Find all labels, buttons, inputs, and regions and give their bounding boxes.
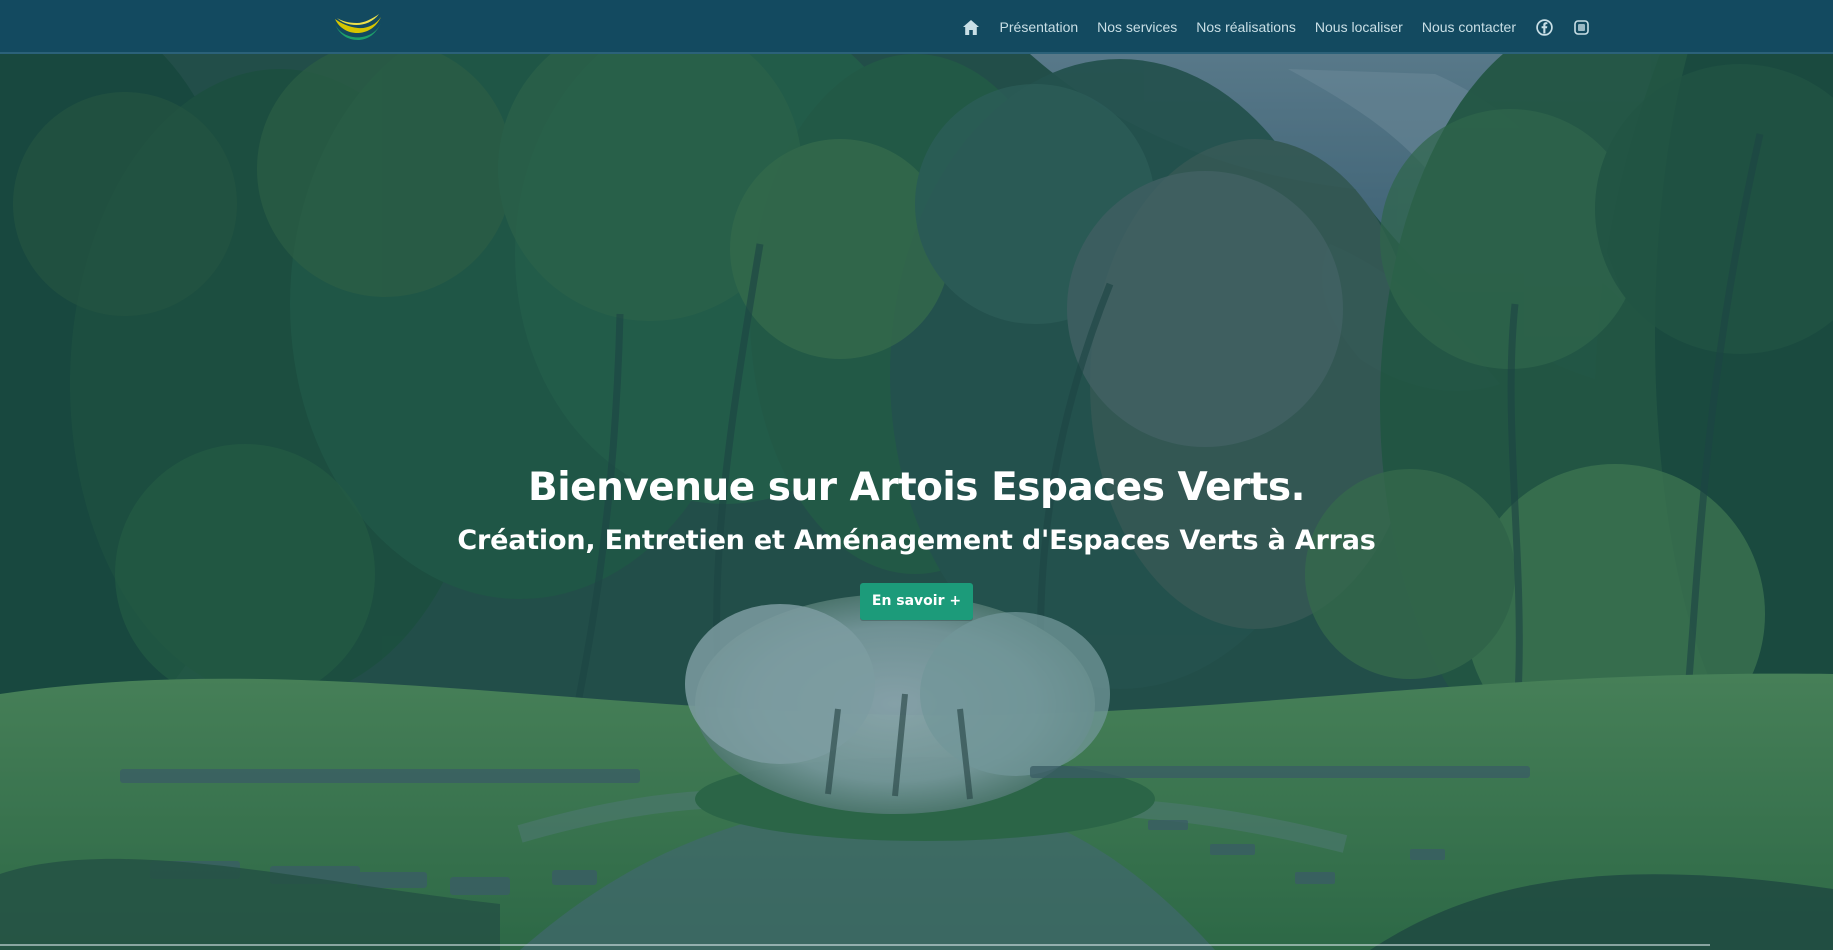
section-divider xyxy=(0,944,1710,946)
home-icon[interactable] xyxy=(961,17,981,37)
main-navigation: Présentation Nos services Nos réalisatio… xyxy=(961,0,1590,54)
instagram-icon[interactable] xyxy=(1572,18,1590,36)
hero-content: Bienvenue sur Artois Espaces Verts. Créa… xyxy=(0,464,1833,620)
website-page: Présentation Nos services Nos réalisatio… xyxy=(0,0,1833,950)
hero-subtitle: Création, Entretien et Aménagement d'Esp… xyxy=(457,525,1376,556)
learn-more-button[interactable]: En savoir + xyxy=(859,583,974,620)
hero-section: Bienvenue sur Artois Espaces Verts. Créa… xyxy=(0,54,1833,950)
nav-link-localiser[interactable]: Nous localiser xyxy=(1315,0,1403,54)
nav-link-realisations[interactable]: Nos réalisations xyxy=(1196,0,1296,54)
hero-title: Bienvenue sur Artois Espaces Verts. xyxy=(528,465,1305,510)
nav-link-presentation[interactable]: Présentation xyxy=(1000,0,1079,54)
nav-link-services[interactable]: Nos services xyxy=(1097,0,1177,54)
site-header: Présentation Nos services Nos réalisatio… xyxy=(0,0,1833,54)
nav-link-contact[interactable]: Nous contacter xyxy=(1422,0,1516,54)
site-logo[interactable] xyxy=(333,9,383,45)
facebook-icon[interactable] xyxy=(1535,18,1553,36)
